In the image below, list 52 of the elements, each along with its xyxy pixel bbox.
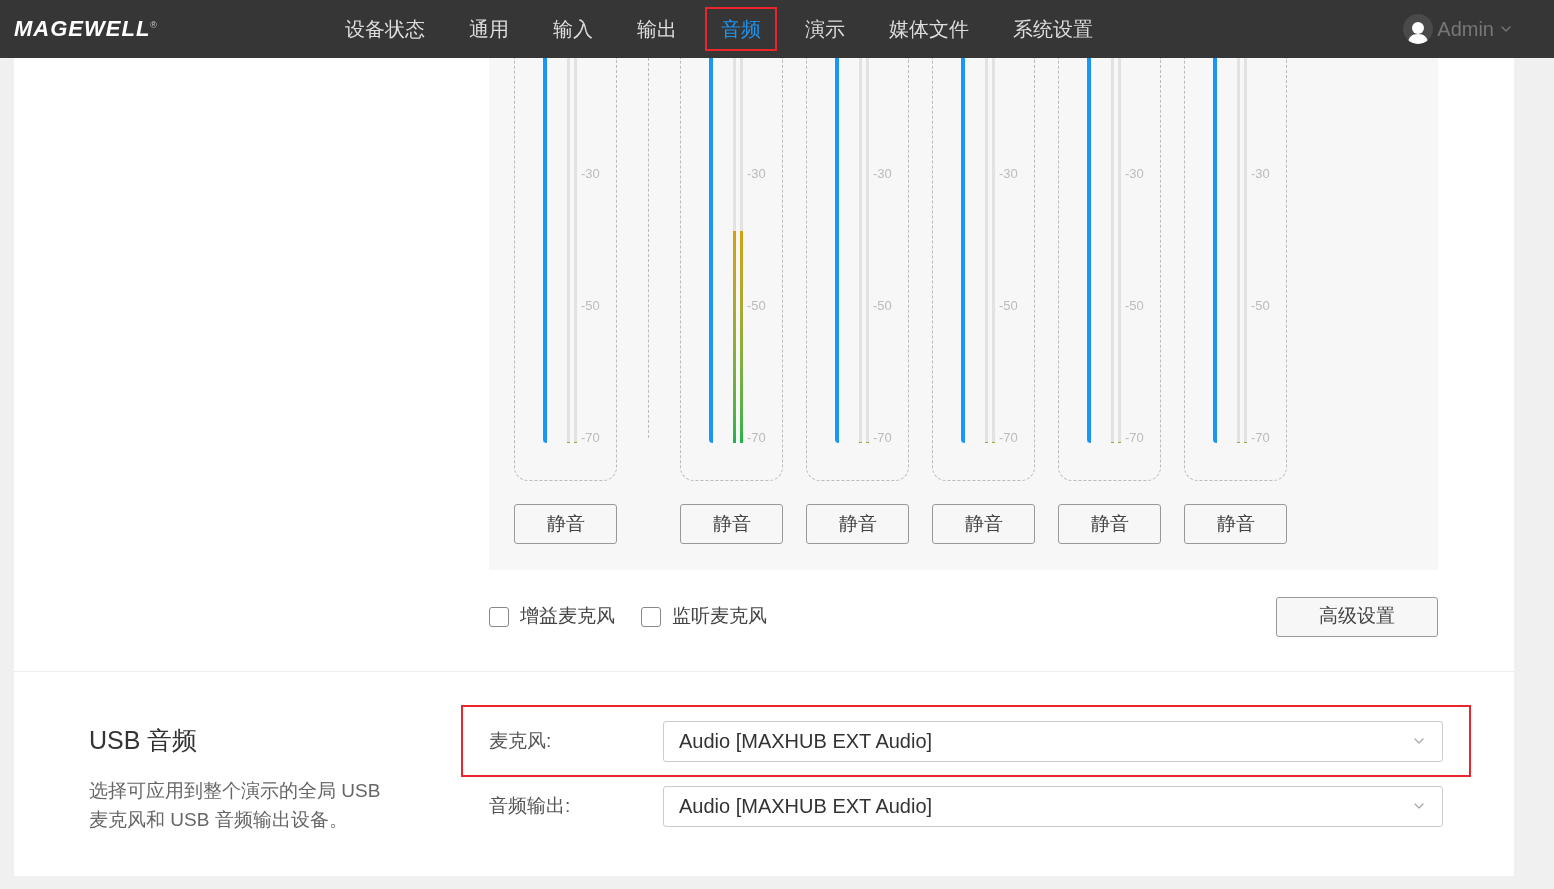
nav-tab[interactable]: 演示 bbox=[789, 7, 861, 51]
checkbox-option[interactable]: 监听麦克风 bbox=[641, 602, 767, 631]
mute-button[interactable]: 静音 bbox=[1184, 504, 1287, 544]
checkbox-option[interactable]: 增益麦克风 bbox=[489, 602, 615, 631]
volume-bar[interactable] bbox=[1213, 58, 1217, 443]
scale-label: -70 bbox=[1251, 431, 1270, 444]
section-title: USB 音频 bbox=[89, 725, 199, 756]
mute-button[interactable]: 静音 bbox=[1058, 504, 1161, 544]
scale-label: -30 bbox=[581, 167, 600, 180]
field-label: 音频输出: bbox=[489, 793, 572, 818]
nav-tab[interactable]: 输出 bbox=[621, 7, 693, 51]
scale-label: -30 bbox=[747, 167, 766, 180]
nav-tab[interactable]: 媒体文件 bbox=[873, 7, 985, 51]
nav-tab[interactable]: 系统设置 bbox=[997, 7, 1109, 51]
scale-label: -30 bbox=[1251, 167, 1270, 180]
nav-tab[interactable]: 通用 bbox=[453, 7, 525, 51]
nav-tab[interactable]: 音频 bbox=[705, 7, 777, 51]
mute-button[interactable]: 静音 bbox=[514, 504, 617, 544]
scale-label: -50 bbox=[1125, 299, 1144, 312]
scale-label: -50 bbox=[873, 299, 892, 312]
scale-label: -50 bbox=[747, 299, 766, 312]
mute-button[interactable]: 静音 bbox=[680, 504, 783, 544]
scale-label: -30 bbox=[873, 167, 892, 180]
mute-button[interactable]: 静音 bbox=[932, 504, 1035, 544]
nav-tab[interactable]: 输入 bbox=[537, 7, 609, 51]
avatar-icon[interactable] bbox=[1403, 14, 1434, 44]
advanced-settings-button[interactable]: 高级设置 bbox=[1276, 596, 1438, 637]
volume-bar[interactable] bbox=[709, 58, 713, 443]
checkbox[interactable] bbox=[489, 606, 509, 627]
volume-bar[interactable] bbox=[835, 58, 839, 443]
scale-label: -50 bbox=[581, 299, 600, 312]
volume-bar[interactable] bbox=[961, 58, 965, 443]
scale-label: -30 bbox=[1125, 167, 1144, 180]
mute-button[interactable]: 静音 bbox=[806, 504, 909, 544]
logo[interactable]: MAGEWELL bbox=[14, 18, 151, 40]
volume-bar[interactable] bbox=[1087, 58, 1091, 443]
scale-label: -70 bbox=[581, 431, 600, 444]
nav-tab[interactable]: 设备状态 bbox=[329, 7, 441, 51]
scale-label: -70 bbox=[747, 431, 766, 444]
scale-label: -50 bbox=[999, 299, 1018, 312]
scale-label: -70 bbox=[1125, 431, 1144, 444]
device-select[interactable]: Audio [MAXHUB EXT Audio] bbox=[663, 720, 1443, 762]
scale-label: -30 bbox=[999, 167, 1018, 180]
scale-label: -50 bbox=[1251, 299, 1270, 312]
scale-label: -70 bbox=[999, 431, 1018, 444]
volume-bar[interactable] bbox=[543, 58, 547, 443]
checkbox[interactable] bbox=[641, 606, 661, 627]
section-description: 选择可应用到整个演示的全局 USB 麦克风和 USB 音频输出设备。 bbox=[89, 778, 382, 832]
scale-label: -70 bbox=[873, 431, 892, 444]
registered-mark: ® bbox=[150, 21, 157, 30]
device-select[interactable]: Audio [MAXHUB EXT Audio] bbox=[663, 785, 1443, 827]
field-label: 麦克风: bbox=[489, 728, 553, 753]
